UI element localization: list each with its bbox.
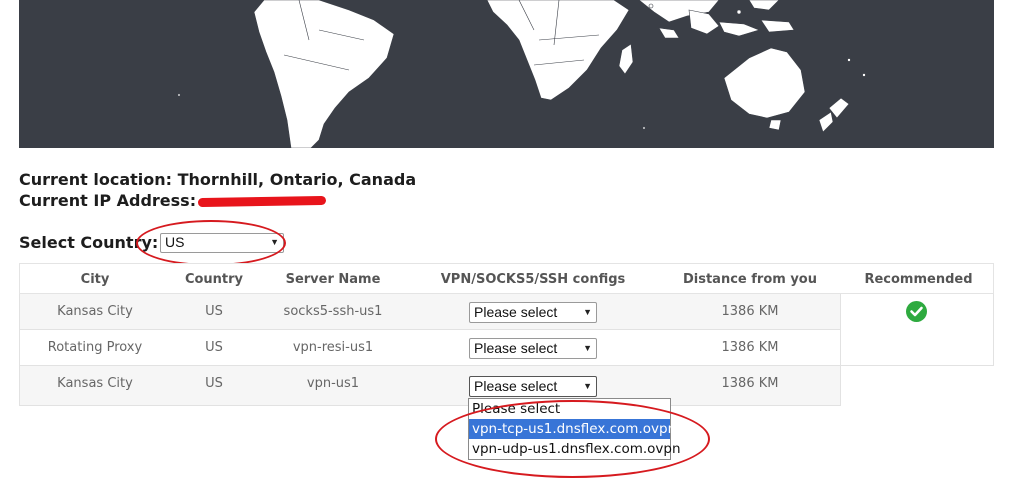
dropdown-option[interactable]: Please select [469, 399, 670, 419]
config-select-value: Please select [474, 378, 558, 394]
cell-server-name: socks5-ssh-us1 [283, 304, 383, 319]
config-select-value: Please select [474, 340, 558, 356]
dropdown-option[interactable]: vpn-udp-us1.dnsflex.com.ovpn [469, 439, 681, 459]
config-select-value: Please select [474, 304, 558, 320]
config-select[interactable]: Please select ▼ [469, 338, 597, 359]
dropdown-arrow-icon: ▼ [583, 307, 592, 317]
table-row: Kansas City US socks5-ssh-us1 Please sel… [19, 294, 841, 330]
table-row: Kansas City US vpn-us1 Please select ▼ 1… [19, 366, 841, 406]
cell-server-name: vpn-resi-us1 [292, 340, 374, 355]
cell-country: US [205, 304, 223, 319]
dropdown-option-highlighted[interactable]: vpn-tcp-us1.dnsflex.com.ovpn [469, 419, 676, 439]
header-city: City [80, 272, 110, 287]
header-server-name: Server Name [285, 272, 381, 287]
server-table: City Country Server Name VPN/SOCKS5/SSH … [19, 263, 994, 406]
current-ip-label: Current IP Address: [19, 191, 197, 210]
cell-country: US [205, 376, 223, 391]
current-ip-address: Current IP Address: [19, 191, 327, 210]
cell-server-name: vpn-us1 [306, 376, 360, 391]
check-mark-glyph [910, 306, 923, 317]
table-header: City Country Server Name VPN/SOCKS5/SSH … [19, 263, 994, 294]
country-select-value: US [165, 234, 185, 250]
config-dropdown-list: Please select vpn-tcp-us1.dnsflex.com.ov… [468, 398, 681, 460]
cell-distance: 1386 KM [721, 340, 779, 355]
dropdown-arrow-icon: ▼ [270, 237, 279, 247]
redaction-mark [198, 195, 327, 208]
current-location: Current location: Thornhill, Ontario, Ca… [19, 170, 417, 189]
world-map [19, 0, 994, 148]
country-select[interactable]: US ▼ [160, 233, 284, 253]
table-row: Rotating Proxy US vpn-resi-us1 Please se… [19, 330, 841, 366]
config-select-open[interactable]: Please select ▼ [469, 376, 597, 397]
world-map-graphic [177, 0, 866, 148]
config-select[interactable]: Please select ▼ [469, 302, 597, 323]
header-configs: VPN/SOCKS5/SSH configs [440, 272, 626, 287]
header-distance: Distance from you [682, 272, 817, 287]
select-country-label: Select Country: [19, 233, 159, 252]
check-circle-icon [906, 301, 927, 322]
header-recommended: Recommended [864, 272, 973, 287]
dropdown-arrow-icon: ▼ [583, 381, 592, 391]
cell-city: Kansas City [57, 304, 133, 319]
cell-city: Kansas City [57, 376, 133, 391]
header-country: Country [184, 272, 244, 287]
cell-distance: 1386 KM [721, 376, 779, 391]
cell-distance: 1386 KM [721, 304, 779, 319]
cell-country: US [205, 340, 223, 355]
cell-city: Rotating Proxy [47, 340, 143, 355]
dropdown-arrow-icon: ▼ [583, 343, 592, 353]
